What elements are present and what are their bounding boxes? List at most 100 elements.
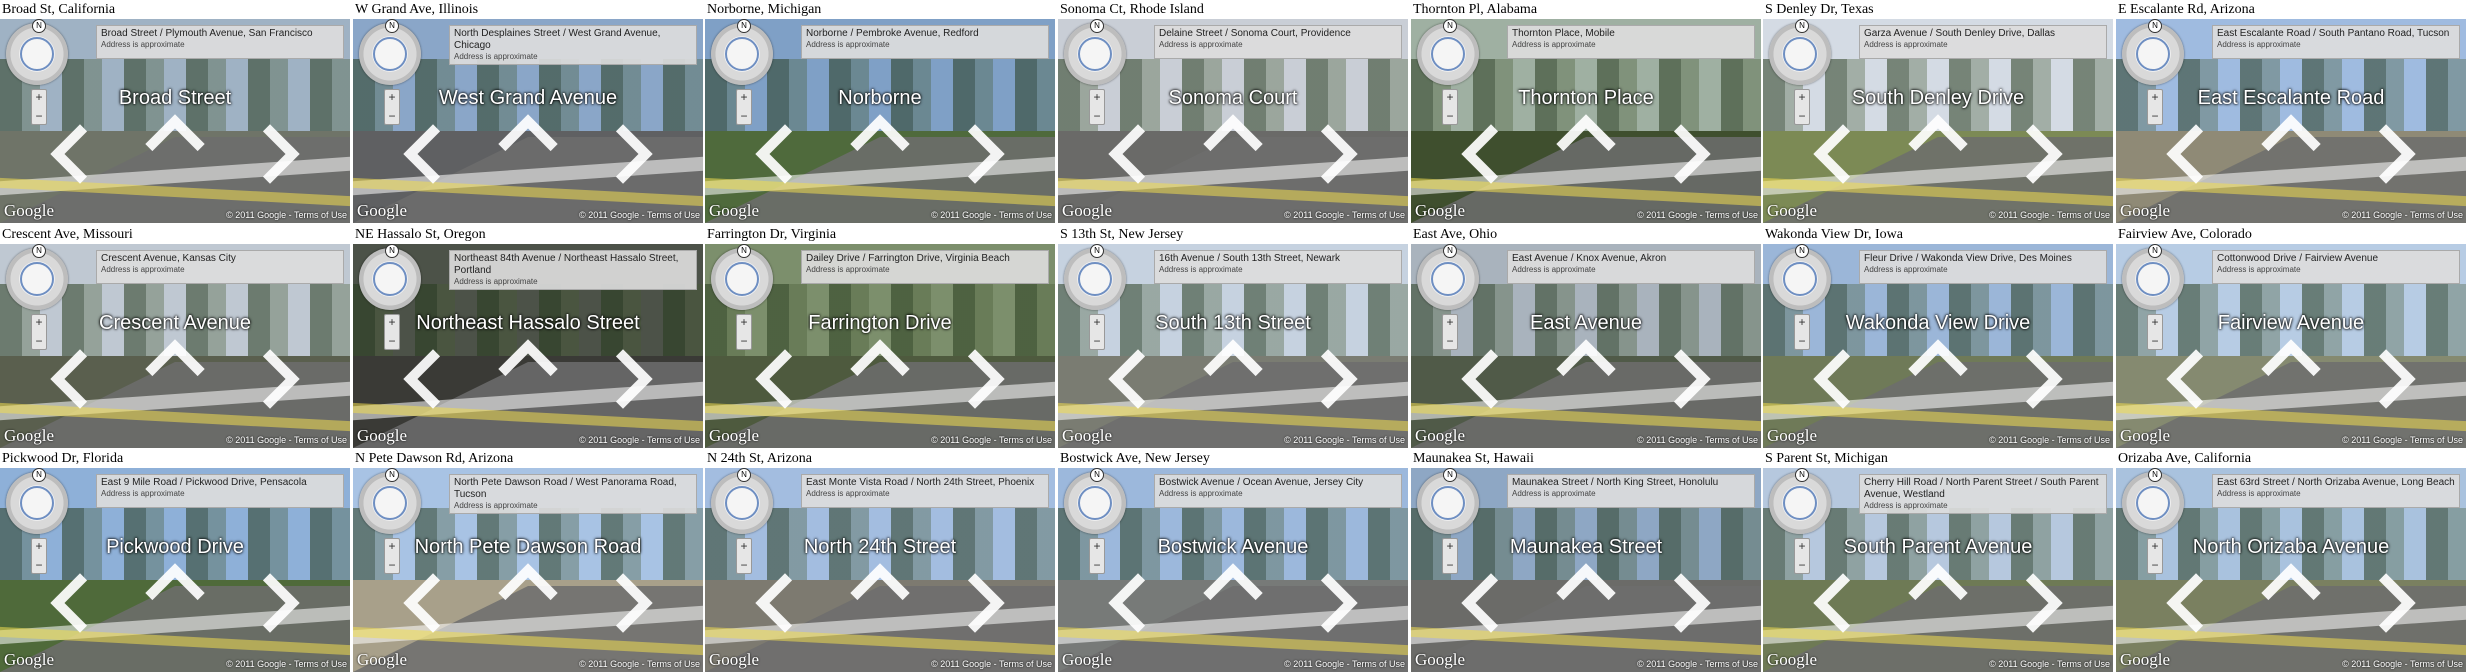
google-logo[interactable]: Google <box>357 201 407 221</box>
pan-compass-control[interactable]: N <box>2122 468 2184 534</box>
navigation-arrows[interactable] <box>398 563 658 633</box>
pan-ring-icon[interactable] <box>20 37 54 71</box>
arrow-forward-icon[interactable] <box>1908 114 1968 174</box>
street-view-panorama[interactable]: East Avenue N + − East Avenue / Knox Ave… <box>1411 244 1761 448</box>
pan-compass-control[interactable]: N <box>1769 19 1831 85</box>
pan-compass-control[interactable]: N <box>711 244 773 310</box>
arrow-right-icon[interactable] <box>2003 124 2063 184</box>
zoom-control[interactable]: + − <box>1794 89 1810 125</box>
arrow-left-icon[interactable] <box>755 573 815 633</box>
arrow-right-icon[interactable] <box>1298 349 1358 409</box>
arrow-forward-icon[interactable] <box>2261 114 2321 174</box>
google-logo[interactable]: Google <box>4 201 54 221</box>
google-logo[interactable]: Google <box>1767 426 1817 446</box>
street-view-panorama[interactable]: Sonoma Court N + − Delaine Street / Sono… <box>1058 19 1408 223</box>
pan-ring-icon[interactable] <box>373 37 407 71</box>
arrow-forward-icon[interactable] <box>1203 563 1263 623</box>
zoom-in-button[interactable]: + <box>1090 90 1104 104</box>
street-view-panorama[interactable]: Bostwick Avenue N + − Bostwick Avenue / … <box>1058 468 1408 672</box>
zoom-control[interactable]: + − <box>31 314 47 350</box>
street-view-panorama[interactable]: North 24th Street N + − East Monte Vista… <box>705 468 1055 672</box>
street-view-panorama[interactable]: South Denley Drive N + − Garza Avenue / … <box>1763 19 2113 223</box>
zoom-control[interactable]: + − <box>1089 89 1105 125</box>
arrow-forward-icon[interactable] <box>498 339 558 399</box>
terms-of-use-link[interactable]: Terms of Use <box>647 659 700 669</box>
zoom-out-button[interactable]: − <box>1795 558 1809 572</box>
zoom-control[interactable]: + − <box>1089 314 1105 350</box>
pan-compass-control[interactable]: N <box>359 244 421 310</box>
arrow-forward-icon[interactable] <box>2261 563 2321 623</box>
zoom-out-button[interactable]: − <box>32 334 46 348</box>
terms-of-use-link[interactable]: Terms of Use <box>2057 659 2110 669</box>
zoom-control[interactable]: + − <box>1442 89 1458 125</box>
terms-of-use-link[interactable]: Terms of Use <box>999 435 1052 445</box>
arrow-left-icon[interactable] <box>1461 573 1521 633</box>
google-logo[interactable]: Google <box>709 426 759 446</box>
zoom-control[interactable]: + − <box>31 89 47 125</box>
terms-of-use-link[interactable]: Terms of Use <box>2410 435 2463 445</box>
arrow-left-icon[interactable] <box>1461 349 1521 409</box>
zoom-out-button[interactable]: − <box>737 109 751 123</box>
street-view-panorama[interactable]: Thornton Place N + − Thornton Place, Mob… <box>1411 19 1761 223</box>
pan-compass-control[interactable]: N <box>1417 468 1479 534</box>
terms-of-use-link[interactable]: Terms of Use <box>2410 210 2463 220</box>
pan-compass-control[interactable]: N <box>2122 244 2184 310</box>
zoom-out-button[interactable]: − <box>1090 334 1104 348</box>
zoom-control[interactable]: + − <box>736 314 752 350</box>
zoom-out-button[interactable]: − <box>32 109 46 123</box>
zoom-control[interactable]: + − <box>1794 538 1810 574</box>
arrow-right-icon[interactable] <box>1651 124 1711 184</box>
zoom-out-button[interactable]: − <box>1443 558 1457 572</box>
google-logo[interactable]: Google <box>709 650 759 670</box>
zoom-out-button[interactable]: − <box>737 558 751 572</box>
zoom-control[interactable]: + − <box>1442 314 1458 350</box>
zoom-in-button[interactable]: + <box>737 315 751 329</box>
arrow-left-icon[interactable] <box>403 573 463 633</box>
terms-of-use-link[interactable]: Terms of Use <box>2410 659 2463 669</box>
arrow-forward-icon[interactable] <box>498 563 558 623</box>
arrow-right-icon[interactable] <box>1298 124 1358 184</box>
pan-compass-control[interactable]: N <box>711 468 773 534</box>
arrow-forward-icon[interactable] <box>850 339 910 399</box>
arrow-forward-icon[interactable] <box>1556 114 1616 174</box>
arrow-left-icon[interactable] <box>2166 349 2226 409</box>
google-logo[interactable]: Google <box>357 650 407 670</box>
navigation-arrows[interactable] <box>1456 563 1716 633</box>
navigation-arrows[interactable] <box>750 563 1010 633</box>
arrow-left-icon[interactable] <box>403 124 463 184</box>
terms-of-use-link[interactable]: Terms of Use <box>999 210 1052 220</box>
terms-of-use-link[interactable]: Terms of Use <box>294 210 347 220</box>
zoom-control[interactable]: + − <box>2147 538 2163 574</box>
zoom-control[interactable]: + − <box>1089 538 1105 574</box>
terms-of-use-link[interactable]: Terms of Use <box>647 210 700 220</box>
google-logo[interactable]: Google <box>1415 650 1465 670</box>
navigation-arrows[interactable] <box>2161 114 2421 184</box>
terms-of-use-link[interactable]: Terms of Use <box>294 659 347 669</box>
zoom-in-button[interactable]: + <box>1795 539 1809 553</box>
arrow-left-icon[interactable] <box>2166 573 2226 633</box>
google-logo[interactable]: Google <box>2120 201 2170 221</box>
arrow-left-icon[interactable] <box>50 124 110 184</box>
arrow-right-icon[interactable] <box>240 349 300 409</box>
terms-of-use-link[interactable]: Terms of Use <box>294 435 347 445</box>
arrow-left-icon[interactable] <box>1461 124 1521 184</box>
street-view-panorama[interactable]: Norborne N + − Norborne / Pembroke Avenu… <box>705 19 1055 223</box>
arrow-right-icon[interactable] <box>240 573 300 633</box>
pan-ring-icon[interactable] <box>725 262 759 296</box>
street-view-panorama[interactable]: North Pete Dawson Road N + − North Pete … <box>353 468 703 672</box>
zoom-in-button[interactable]: + <box>385 315 399 329</box>
zoom-control[interactable]: + − <box>736 538 752 574</box>
arrow-forward-icon[interactable] <box>1908 339 1968 399</box>
google-logo[interactable]: Google <box>709 201 759 221</box>
arrow-right-icon[interactable] <box>1651 349 1711 409</box>
pan-ring-icon[interactable] <box>1431 486 1465 520</box>
navigation-arrows[interactable] <box>2161 563 2421 633</box>
zoom-in-button[interactable]: + <box>1090 315 1104 329</box>
pan-ring-icon[interactable] <box>373 262 407 296</box>
zoom-in-button[interactable]: + <box>1443 539 1457 553</box>
zoom-in-button[interactable]: + <box>32 90 46 104</box>
pan-compass-control[interactable]: N <box>1064 19 1126 85</box>
arrow-left-icon[interactable] <box>1108 349 1168 409</box>
pan-compass-control[interactable]: N <box>1417 244 1479 310</box>
zoom-control[interactable]: + − <box>384 314 400 350</box>
